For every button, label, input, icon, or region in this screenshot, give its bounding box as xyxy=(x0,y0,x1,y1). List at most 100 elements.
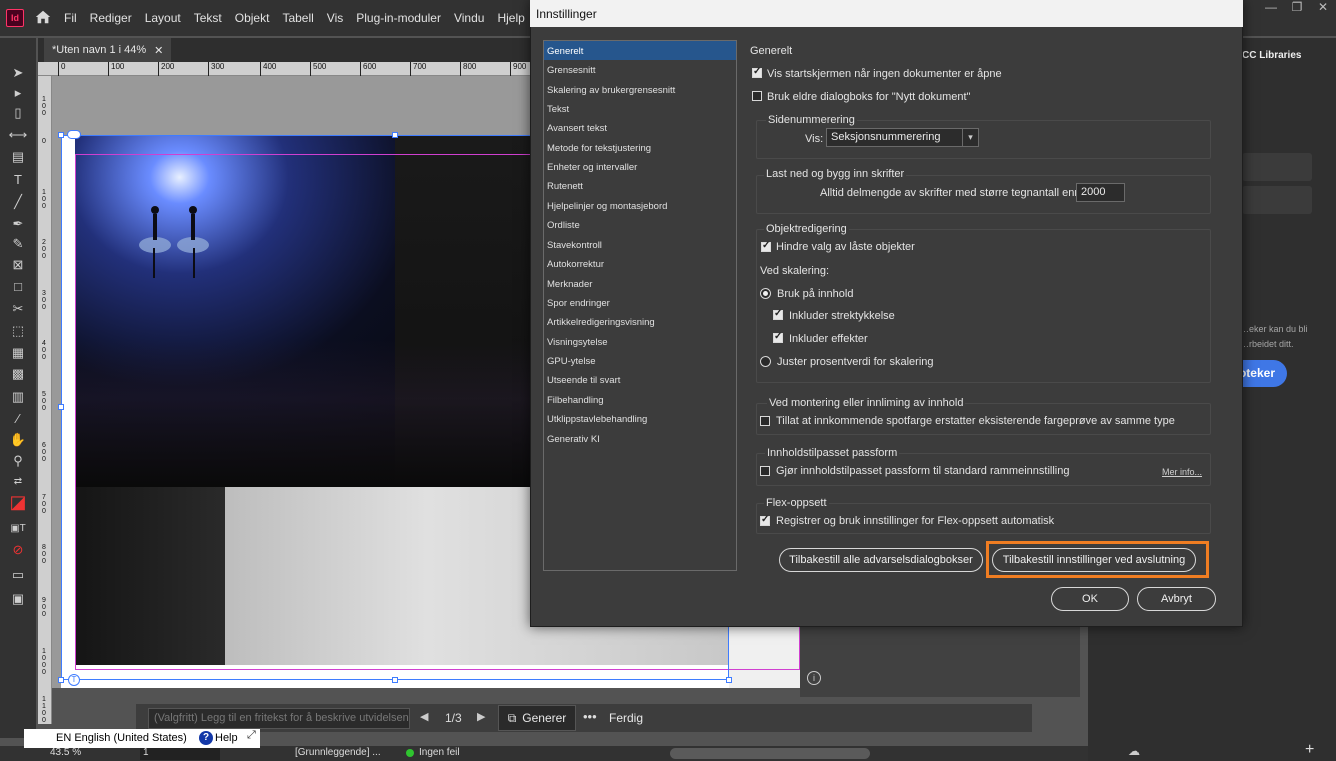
ok-button[interactable]: OK xyxy=(1051,587,1129,611)
apply-to-content-radio[interactable] xyxy=(760,288,771,299)
menu-help[interactable]: Hjelp xyxy=(497,11,524,25)
category-item[interactable]: Utseende til svart xyxy=(544,370,736,389)
frame-handle[interactable] xyxy=(58,132,64,138)
done-button[interactable]: Ferdig xyxy=(609,711,643,725)
scissors-tool-icon[interactable]: ✂ xyxy=(8,300,28,318)
pencil-tool-icon[interactable]: ✎ xyxy=(8,235,28,253)
frame-handle[interactable] xyxy=(58,677,64,683)
gradient-feather-tool-icon[interactable]: ▩ xyxy=(8,365,28,383)
menu-plugins[interactable]: Plug-in-moduler xyxy=(356,11,441,25)
add-icon[interactable]: + xyxy=(1305,741,1314,759)
include-effects-checkbox[interactable] xyxy=(773,331,783,343)
reset-on-quit-button[interactable]: Tilbakestill innstillinger ved avslutnin… xyxy=(992,548,1196,572)
category-item[interactable]: Generelt xyxy=(544,41,736,60)
chevron-down-icon[interactable]: ▾ xyxy=(962,129,978,146)
category-item[interactable]: Hjelpelinjer og montasjebord xyxy=(544,196,736,215)
category-item[interactable]: Visningsytelse xyxy=(544,332,736,351)
swap-colors-icon[interactable]: ⇄ xyxy=(8,473,28,491)
zoom-tool-icon[interactable]: ⚲ xyxy=(8,452,28,470)
info-icon[interactable]: i xyxy=(807,671,821,685)
screen-mode-icon[interactable]: ▭ xyxy=(8,566,28,584)
expand-icon[interactable]: ⤢ xyxy=(247,729,256,742)
selection-tool-icon[interactable]: ➤ xyxy=(8,64,28,82)
legacy-new-doc-checkbox[interactable] xyxy=(752,91,762,101)
menu-edit[interactable]: Rediger xyxy=(90,11,132,25)
page-numbering-select[interactable]: Seksjonsnummerering xyxy=(826,128,979,147)
help-icon[interactable]: ? xyxy=(199,731,213,745)
previous-variation-icon[interactable]: ◀ xyxy=(420,710,428,723)
category-item[interactable]: Autokorrektur xyxy=(544,254,736,273)
cancel-button[interactable]: Avbryt xyxy=(1137,587,1216,611)
document-tab[interactable]: *Uten navn 1 i 44% ✕ xyxy=(44,38,172,62)
category-item[interactable]: Filbehandling xyxy=(544,390,736,409)
close-window-icon[interactable]: ✕ xyxy=(1310,0,1336,18)
close-tab-icon[interactable]: ✕ xyxy=(154,44,163,57)
cloud-icon[interactable]: ☁ xyxy=(1128,744,1140,758)
show-start-screen-checkbox[interactable] xyxy=(752,66,762,78)
category-item[interactable]: Metode for tekstjustering xyxy=(544,138,736,157)
pen-tool-icon[interactable]: ✒ xyxy=(8,215,28,233)
horizontal-scrollbar[interactable] xyxy=(670,748,870,759)
fill-stroke-icon[interactable]: ◪ xyxy=(8,493,28,511)
zoom-level[interactable]: 43.5 % xyxy=(50,747,81,758)
more-options-icon[interactable]: ••• xyxy=(583,709,597,724)
next-variation-icon[interactable]: ▶ xyxy=(477,710,485,723)
page-tool-icon[interactable]: ▯ xyxy=(8,104,28,122)
category-item[interactable]: Skalering av brukergrensesnitt xyxy=(544,80,736,99)
minimize-icon[interactable]: — xyxy=(1258,0,1284,18)
prompt-input[interactable]: (Valgfritt) Legg til en fritekst for å b… xyxy=(148,708,410,729)
free-transform-tool-icon[interactable]: ⬚ xyxy=(8,322,28,340)
menu-table[interactable]: Tabell xyxy=(282,11,313,25)
link-icon[interactable] xyxy=(67,130,81,139)
category-item[interactable]: Spor endringer xyxy=(544,293,736,312)
type-tool-icon[interactable]: T xyxy=(8,171,28,189)
preflight-profile[interactable]: [Grunnleggende] ... xyxy=(295,747,381,758)
category-item[interactable]: GPU-ytelse xyxy=(544,351,736,370)
gap-tool-icon[interactable]: ⟷ xyxy=(8,126,28,144)
flex-register-checkbox[interactable] xyxy=(760,514,770,526)
category-item[interactable]: Enheter og intervaller xyxy=(544,157,736,176)
preflight-errors[interactable]: Ingen feil xyxy=(419,747,460,758)
rectangle-frame-tool-icon[interactable]: ⊠ xyxy=(8,256,28,274)
category-item[interactable]: Rutenett xyxy=(544,176,736,195)
category-item[interactable]: Merknader xyxy=(544,274,736,293)
category-item[interactable]: Ordliste xyxy=(544,215,736,234)
prevent-locked-checkbox[interactable] xyxy=(761,240,771,252)
panel-row[interactable] xyxy=(1242,186,1312,214)
category-item[interactable]: Artikkelredigeringsvisning xyxy=(544,312,736,331)
content-collector-icon[interactable]: ▤ xyxy=(8,148,28,166)
help-link[interactable]: Help xyxy=(215,732,238,744)
menu-layout[interactable]: Layout xyxy=(145,11,181,25)
panel-row[interactable] xyxy=(1242,153,1312,181)
language-selector[interactable]: EN English (United States) xyxy=(56,732,187,744)
cc-libraries-tab[interactable]: CC Libraries xyxy=(1242,50,1304,68)
include-stroke-checkbox[interactable] xyxy=(773,308,783,320)
frame-handle[interactable] xyxy=(392,132,398,138)
allow-spot-checkbox[interactable] xyxy=(760,416,770,426)
menu-object[interactable]: Objekt xyxy=(235,11,270,25)
category-item[interactable]: Grensesnitt xyxy=(544,60,736,79)
more-info-link[interactable]: Mer info... xyxy=(1162,467,1202,477)
category-item[interactable]: Generativ KI xyxy=(544,429,736,448)
line-tool-icon[interactable]: ╱ xyxy=(8,193,28,211)
reset-warnings-button[interactable]: Tilbakestill alle advarselsdialogbokser xyxy=(779,548,983,572)
category-item[interactable]: Utklippstavlebehandling xyxy=(544,409,736,428)
eyedropper-tool-icon[interactable]: ⁄ xyxy=(8,410,28,428)
direct-selection-tool-icon[interactable]: ▸ xyxy=(8,84,28,102)
home-icon[interactable] xyxy=(34,8,54,28)
generate-button[interactable]: ⧉ Generer xyxy=(498,705,576,731)
gradient-tool-icon[interactable]: ▦ xyxy=(8,344,28,362)
menu-window[interactable]: Vindu xyxy=(454,11,484,25)
formatting-container-icon[interactable]: ▣T xyxy=(8,520,28,538)
hand-tool-icon[interactable]: ✋ xyxy=(8,431,28,449)
font-subset-input[interactable]: 2000 xyxy=(1076,183,1125,202)
restore-icon[interactable]: ❐ xyxy=(1284,0,1310,18)
frame-handle[interactable] xyxy=(58,404,64,410)
menu-file[interactable]: Fil xyxy=(64,11,77,25)
menu-type[interactable]: Tekst xyxy=(194,11,222,25)
rectangle-tool-icon[interactable]: □ xyxy=(8,278,28,296)
category-item[interactable]: Tekst xyxy=(544,99,736,118)
adjust-percentage-radio[interactable] xyxy=(760,356,771,367)
content-aware-checkbox[interactable] xyxy=(760,466,770,476)
category-item[interactable]: Stavekontroll xyxy=(544,235,736,254)
